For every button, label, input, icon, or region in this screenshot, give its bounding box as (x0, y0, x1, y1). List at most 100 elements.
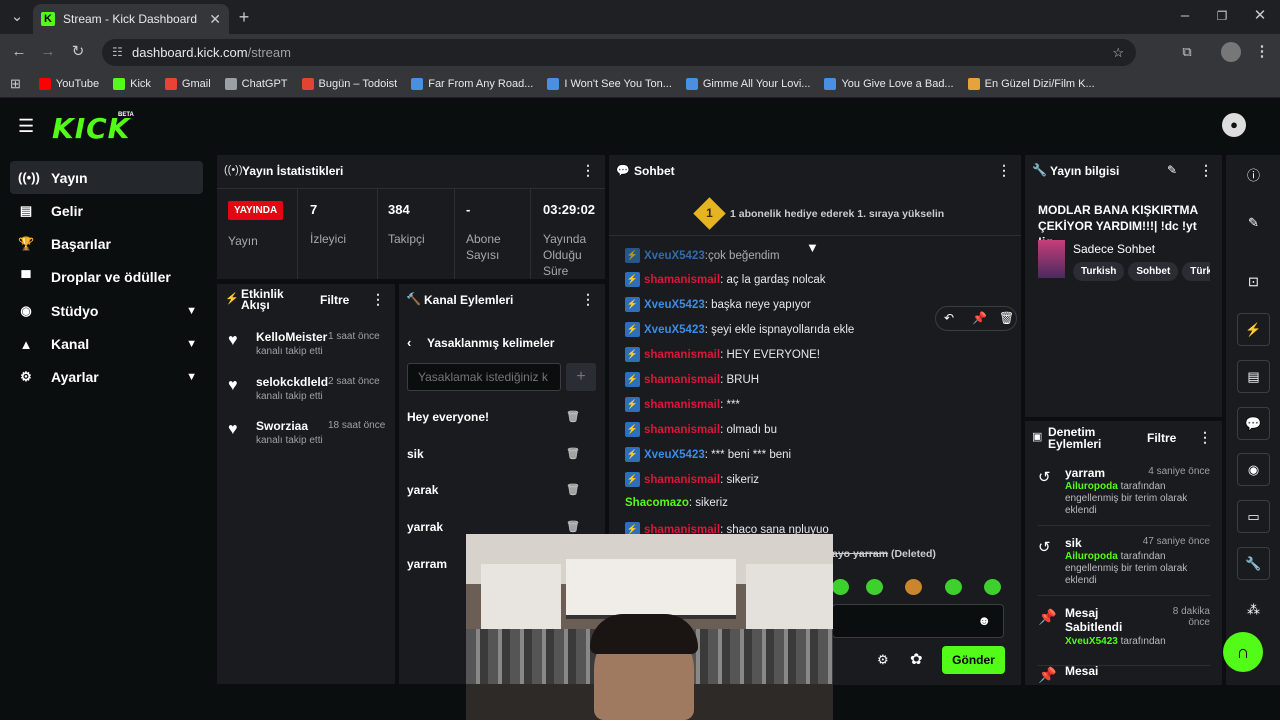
sidebar-item-5[interactable]: ◉ Stüdyo ▼ (10, 294, 203, 327)
moderation-filter-button[interactable]: Filtre (1147, 431, 1176, 445)
chevron-down-icon[interactable]: ▼ (186, 338, 197, 350)
more-widgets-icon[interactable]: ⁂ (1237, 594, 1270, 627)
bookmark-item[interactable]: ChatGPT (224, 77, 288, 90)
emote-icon[interactable] (945, 579, 962, 595)
emote-icon[interactable] (866, 579, 883, 595)
browser-tab[interactable]: K Stream - Kick Dashboard ✕ (33, 4, 229, 34)
back-icon[interactable]: ← (10, 43, 28, 61)
back-chevron-icon[interactable]: ‹ (407, 335, 411, 350)
profile-avatar[interactable] (1221, 42, 1241, 62)
stats-menu-icon[interactable]: ⋮ (581, 162, 595, 179)
activity-filter-button[interactable]: Filtre (320, 293, 349, 307)
category-name[interactable]: Sadece Sohbet (1073, 242, 1155, 256)
chat-username[interactable]: XveuX5423 (644, 250, 705, 262)
pin-icon[interactable]: 📌 (972, 311, 987, 325)
bookmark-star-icon[interactable]: ☆ (1112, 39, 1124, 66)
info-icon[interactable]: ⓘ (1237, 160, 1270, 193)
hamburger-menu-icon[interactable]: ☰ (18, 116, 34, 137)
banned-word-input[interactable] (407, 363, 561, 391)
support-headset-icon[interactable]: ∩ (1223, 632, 1263, 672)
bookmark-item[interactable]: I Won't See You Ton... (547, 77, 672, 90)
moderation-menu-icon[interactable]: ⋮ (1198, 429, 1212, 446)
tab-search-icon[interactable]: ⌄ (8, 8, 26, 26)
user-avatar[interactable]: ● (1222, 113, 1246, 137)
address-bar[interactable]: ☷ dashboard.kick.com/stream ☆ (102, 39, 1136, 66)
edit-layout-icon[interactable]: ✎ (1237, 207, 1270, 240)
kick-emote-icon[interactable]: ✿ (910, 650, 923, 668)
bookmark-item[interactable]: YouTube (38, 77, 99, 90)
chat-username[interactable]: shamanismail (644, 349, 720, 361)
moderator-name[interactable]: Ailuropoda (1065, 551, 1118, 562)
chevron-down-icon[interactable]: ▼ (186, 371, 197, 383)
chat-widget-icon[interactable]: 💬 (1237, 407, 1270, 440)
notes-icon[interactable]: ▤ (1237, 360, 1270, 393)
stream-tag[interactable]: Türk (1182, 262, 1210, 281)
stream-tag[interactable]: Turkish (1073, 262, 1125, 281)
chat-username[interactable]: shamanismail (644, 424, 720, 436)
gift-rank-banner[interactable]: 1 abonelik hediye ederek 1. sıraya yükse… (730, 208, 944, 220)
stream-info-menu-icon[interactable]: ⋮ (1199, 162, 1213, 179)
new-tab-icon[interactable]: + (235, 8, 253, 26)
delete-icon[interactable]: 🗑 (566, 520, 580, 533)
bookmark-item[interactable]: Gimme All Your Lovi... (685, 77, 810, 90)
chat-filter-icon[interactable]: ▼ (806, 240, 819, 255)
delete-icon[interactable]: 🗑 (566, 447, 580, 460)
sidebar-item-2[interactable]: ▤ Gelir (10, 194, 203, 227)
restore-icon[interactable]: ❐ (1213, 7, 1231, 25)
sidebar-item-7[interactable]: ⚙ Ayarlar ▼ (10, 361, 203, 394)
timeout-icon[interactable]: ↶ (944, 311, 954, 325)
tools-widget-icon[interactable]: 🔧 (1237, 547, 1270, 580)
emoji-picker-icon[interactable]: ☻ (977, 613, 991, 628)
chevron-down-icon[interactable]: ▼ (186, 305, 197, 317)
bookmark-item[interactable]: En Güzel Dizi/Film K... (967, 77, 1095, 90)
screenshot-icon[interactable]: ⊡ (1237, 266, 1270, 299)
chat-settings-icon[interactable]: ⚙ (877, 652, 889, 668)
chat-username[interactable]: Shacomazo (625, 497, 689, 509)
chat-username[interactable]: shamanismail (644, 374, 720, 386)
activity-menu-icon[interactable]: ⋮ (371, 291, 385, 308)
chat-username[interactable]: XveuX5423 (644, 299, 705, 311)
sidebar-item-1[interactable]: ((•)) Yayın (10, 161, 203, 194)
sidebar-item-4[interactable]: ▀ Droplar ve ödüller (10, 261, 203, 294)
edit-pencil-icon[interactable]: ✎ (1167, 163, 1177, 177)
follower-name[interactable]: selokckdleld (256, 375, 328, 389)
reload-icon[interactable]: ↻ (69, 43, 87, 61)
delete-icon[interactable]: 🗑 (999, 311, 1014, 325)
emote-icon[interactable] (984, 579, 1001, 595)
chat-username[interactable]: XveuX5423 (644, 324, 705, 336)
forward-icon[interactable]: → (39, 43, 57, 61)
chat-username[interactable]: shamanismail (644, 474, 720, 486)
video-widget-icon[interactable]: ▭ (1237, 500, 1270, 533)
delete-icon[interactable]: 🗑 (566, 410, 580, 423)
moderator-name[interactable]: XveuX5423 (1065, 636, 1118, 647)
minimize-icon[interactable]: – (1176, 7, 1194, 25)
chat-input[interactable]: ☻ (832, 604, 1004, 638)
chat-username[interactable]: XveuX5423 (644, 449, 705, 461)
stream-tag[interactable]: Sohbet (1128, 262, 1179, 281)
quick-actions-icon[interactable]: ⚡ (1237, 313, 1270, 346)
browser-menu-icon[interactable]: ⋮ (1253, 43, 1271, 61)
category-thumbnail[interactable] (1038, 240, 1065, 278)
chat-username[interactable]: shamanismail (644, 399, 720, 411)
channel-actions-menu-icon[interactable]: ⋮ (581, 291, 595, 308)
sidebar-item-6[interactable]: ▲ Kanal ▼ (10, 328, 203, 361)
extensions-icon[interactable]: ⧉ (1178, 43, 1196, 61)
moderator-name[interactable]: Ailuropoda (1065, 481, 1118, 492)
emote-icon[interactable] (832, 579, 849, 595)
bookmark-item[interactable]: Far From Any Road... (411, 77, 533, 90)
bookmark-item[interactable]: You Give Love a Bad... (824, 77, 954, 90)
send-button[interactable]: Gönder (942, 646, 1005, 674)
bookmark-item[interactable]: Gmail (164, 77, 211, 90)
sidebar-item-3[interactable]: 🏆 Başarılar (10, 228, 203, 261)
add-word-button[interactable]: + (566, 363, 596, 391)
follower-name[interactable]: Sworziaa (256, 419, 308, 433)
follower-name[interactable]: KelloMeister (256, 330, 327, 344)
tab-close-icon[interactable]: ✕ (209, 11, 221, 28)
site-info-icon[interactable]: ☷ (112, 39, 123, 66)
window-close-icon[interactable]: ✕ (1251, 7, 1269, 25)
apps-grid-icon[interactable]: ⊞ (10, 76, 21, 92)
chat-username[interactable]: shamanismail (644, 274, 720, 286)
emote-icon[interactable] (905, 579, 922, 595)
chat-menu-icon[interactable]: ⋮ (997, 162, 1011, 179)
bookmark-item[interactable]: Bugün – Todoist (301, 77, 397, 90)
